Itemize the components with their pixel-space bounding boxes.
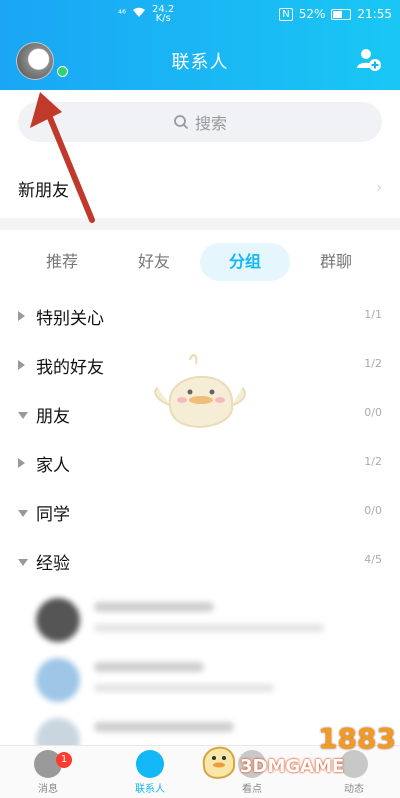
friend-status-placeholder <box>94 684 274 692</box>
nav-label: 联系人 <box>135 784 165 795</box>
friend-name-placeholder <box>94 662 204 672</box>
contacts-icon <box>136 750 164 778</box>
search-icon <box>174 115 189 130</box>
watermark-logo: 1883 <box>318 722 396 755</box>
collapse-arrow-icon <box>18 559 28 566</box>
collapse-arrow-icon <box>18 412 28 419</box>
tab-group-chats[interactable]: 群聊 <box>296 243 376 281</box>
page-title: 联系人 <box>171 52 229 73</box>
status-right: N 52% 21:55 <box>279 7 392 21</box>
group-count: 1/1 <box>364 308 382 321</box>
group-count: 0/0 <box>364 504 382 517</box>
group-name: 同学 <box>36 505 70 525</box>
signal-icon: ⁴⁶ <box>118 8 127 20</box>
expand-arrow-icon <box>18 458 25 468</box>
group-name: 我的好友 <box>36 358 104 378</box>
wifi-icon <box>132 7 146 21</box>
group-count: 0/0 <box>364 406 382 419</box>
friend-status-placeholder <box>94 624 324 632</box>
group-count: 1/2 <box>364 357 382 370</box>
network-speed: 24.2 K/s <box>152 5 174 24</box>
speed-unit: K/s <box>155 13 171 24</box>
tab-friends[interactable]: 好友 <box>114 243 194 281</box>
top-header: 联系人 <box>0 30 400 90</box>
friend-avatar <box>36 658 80 702</box>
add-contact-icon[interactable] <box>356 46 382 72</box>
group-name: 特别关心 <box>36 309 104 329</box>
contact-tabs: 推荐 好友 分组 群聊 <box>0 243 400 283</box>
chevron-right-icon: › <box>376 180 382 196</box>
status-indicators: ⁴⁶ 24.2 K/s <box>118 5 174 24</box>
nav-label: 消息 <box>38 784 58 795</box>
list-item[interactable] <box>0 650 400 712</box>
tab-groups[interactable]: 分组 <box>200 243 290 281</box>
site-watermark: 1883 3DMGAME <box>196 722 396 792</box>
search-placeholder: 搜索 <box>194 114 227 133</box>
battery-icon <box>331 8 352 20</box>
group-name: 朋友 <box>36 407 70 427</box>
nav-messages[interactable]: 消息 1 <box>8 750 88 795</box>
group-count: 4/5 <box>364 553 382 566</box>
mascot-watermark-icon <box>154 354 246 428</box>
collapse-arrow-icon <box>18 510 28 517</box>
list-item[interactable] <box>0 590 400 652</box>
group-row-family[interactable]: 家人 1/2 <box>0 441 400 489</box>
watermark-text: 3DMGAME <box>240 756 345 777</box>
status-bar: ⁴⁶ 24.2 K/s N 52% 21:55 <box>0 0 400 30</box>
search-input[interactable]: 搜索 <box>18 102 382 142</box>
clock: 21:55 <box>357 7 392 21</box>
section-divider <box>0 218 400 230</box>
group-name: 家人 <box>36 456 70 476</box>
nfc-icon: N <box>279 7 293 21</box>
unread-badge: 1 <box>56 752 72 768</box>
watermark-mascot-icon <box>202 746 236 779</box>
new-friends-label: 新朋友 <box>18 180 69 201</box>
group-row-experience[interactable]: 经验 4/5 <box>0 539 400 587</box>
friend-name-placeholder <box>94 602 214 612</box>
expand-arrow-icon <box>18 311 25 321</box>
friend-avatar <box>36 598 80 642</box>
expand-arrow-icon <box>18 360 25 370</box>
group-count: 1/2 <box>364 455 382 468</box>
tab-recommend[interactable]: 推荐 <box>22 243 102 281</box>
battery-percent: 52% <box>298 7 326 21</box>
group-row-special-care[interactable]: 特别关心 1/1 <box>0 294 400 342</box>
nav-contacts[interactable]: 联系人 <box>110 750 190 795</box>
group-row-classmates[interactable]: 同学 0/0 <box>0 490 400 538</box>
group-name: 经验 <box>36 554 70 574</box>
new-friends-row[interactable]: 新朋友 › <box>0 162 400 214</box>
